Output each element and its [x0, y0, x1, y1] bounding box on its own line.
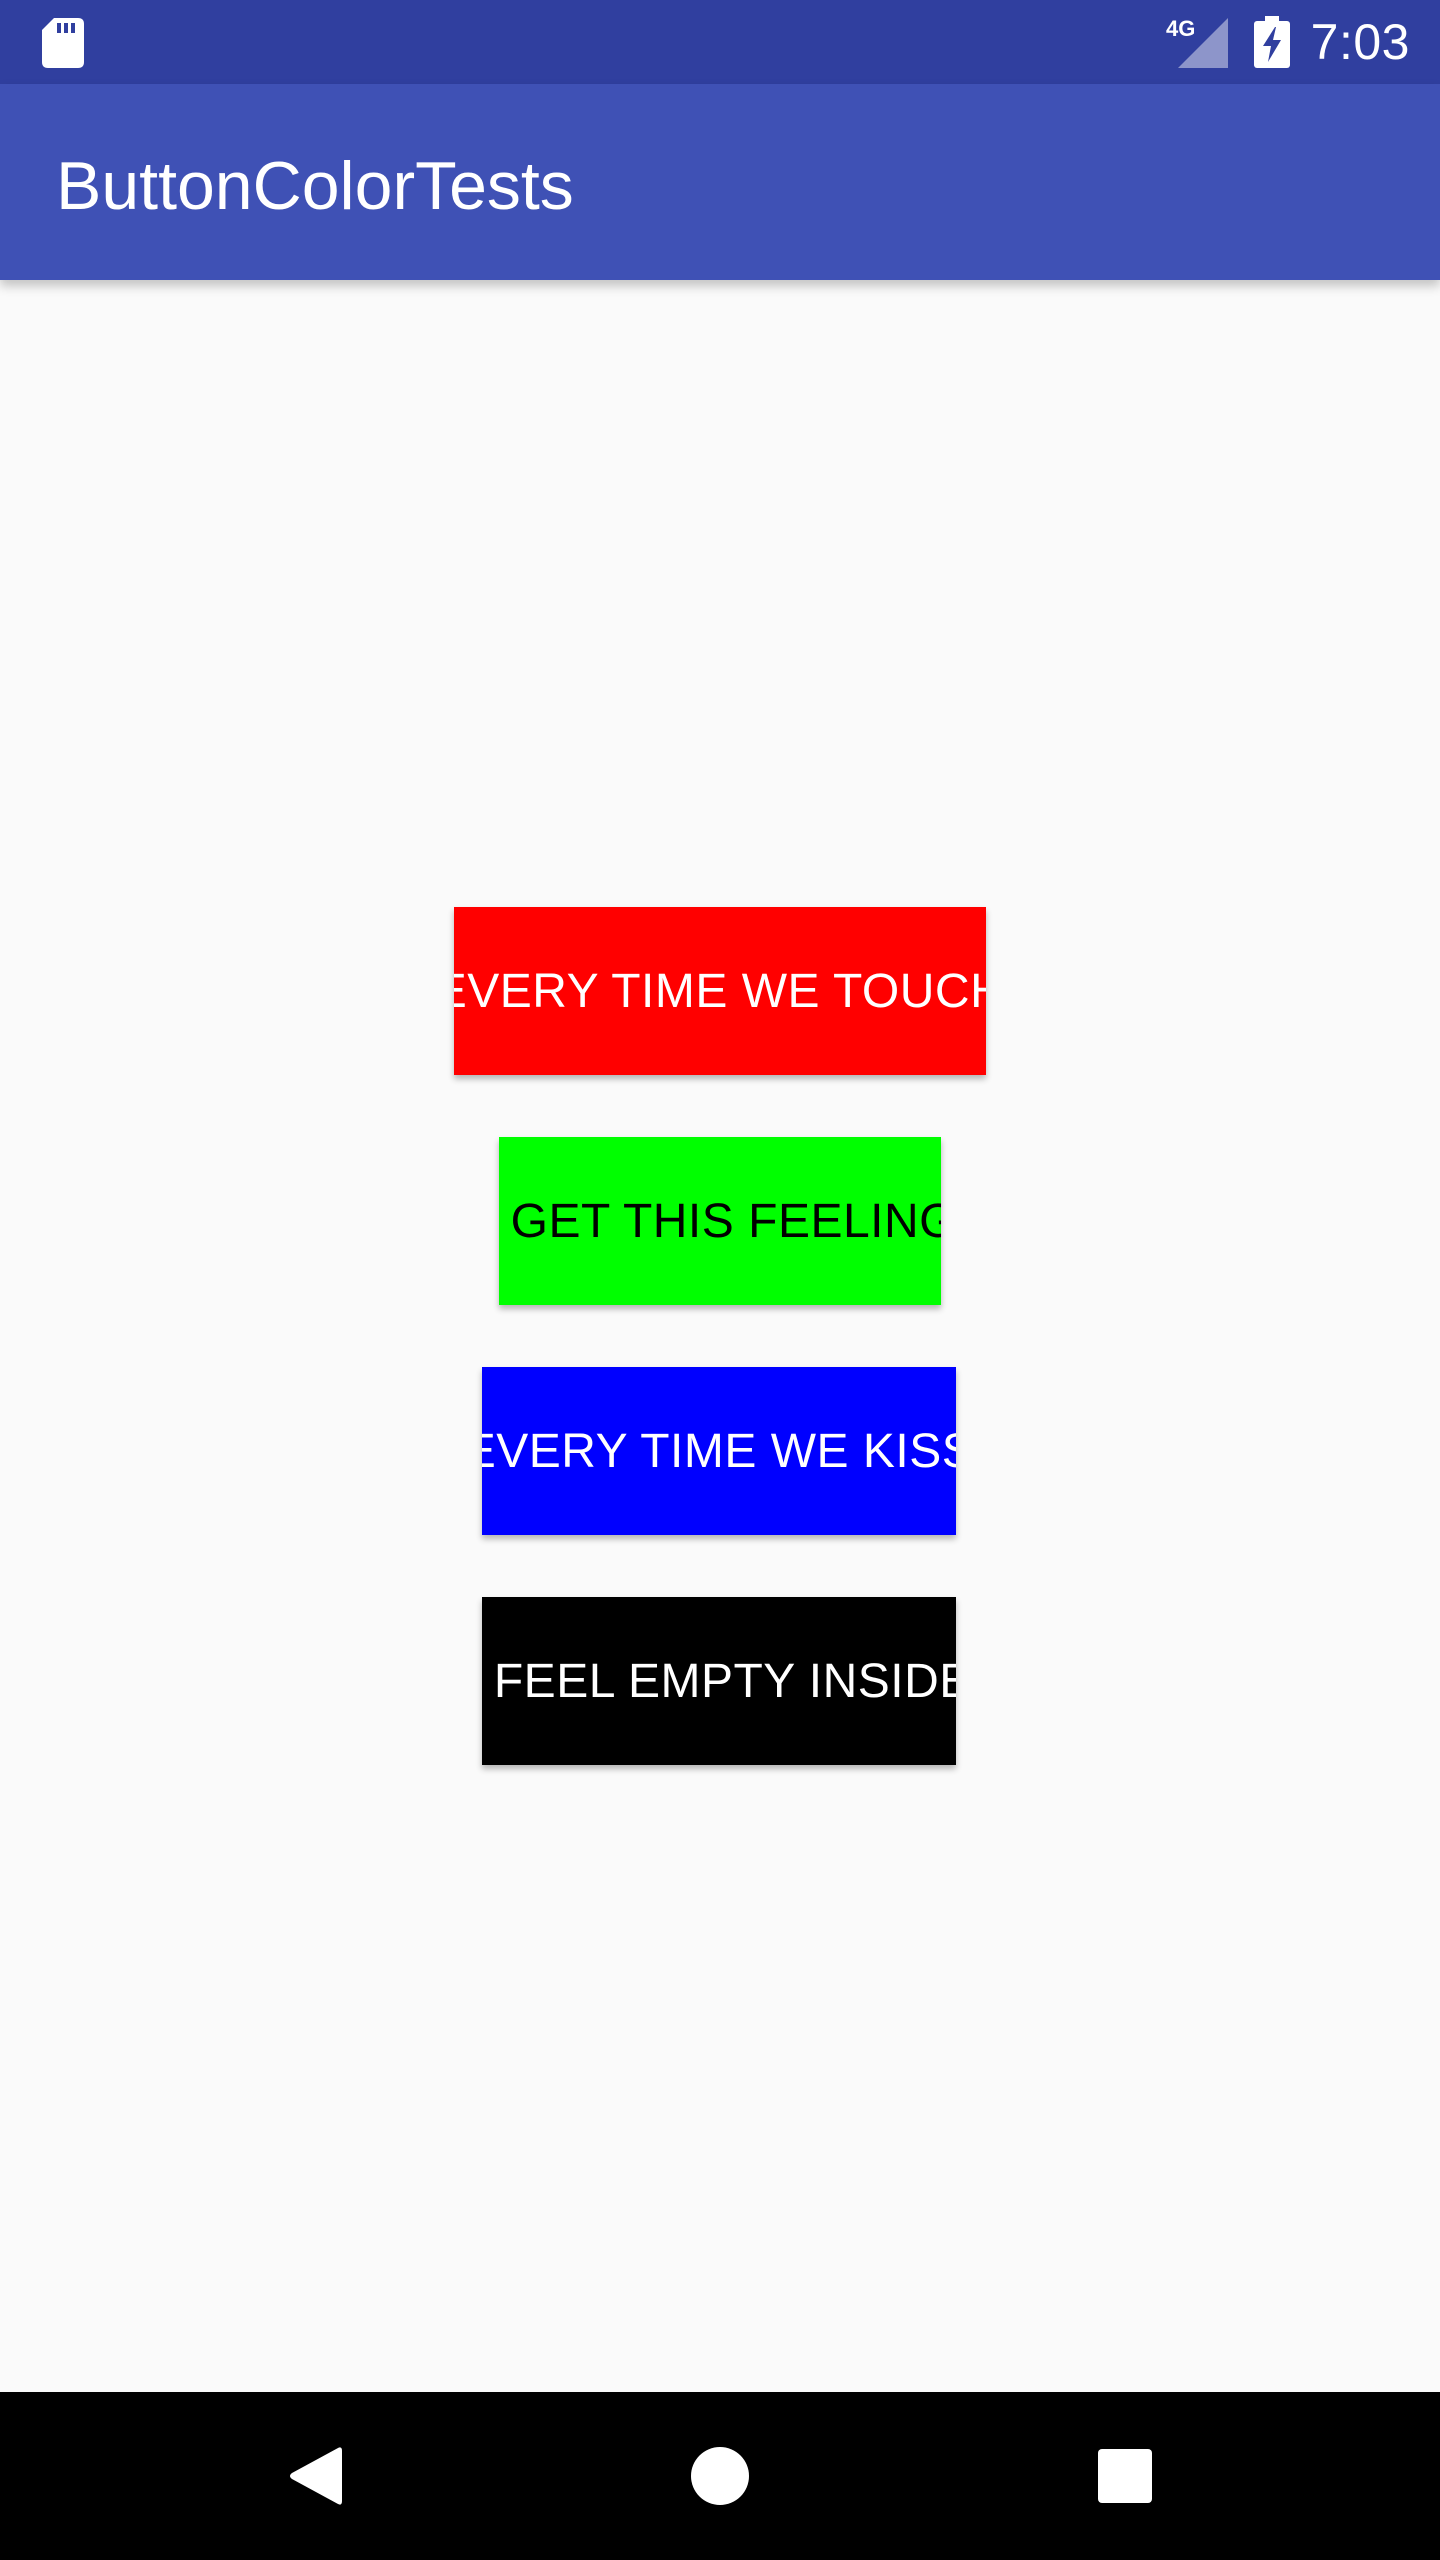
back-icon[interactable] — [288, 2446, 342, 2506]
app-title: ButtonColorTests — [56, 148, 574, 224]
cellular-signal-icon: 4G — [1166, 16, 1228, 68]
battery-charging-icon — [1254, 16, 1290, 68]
i-get-this-feeling-button[interactable]: I GET THIS FEELING — [499, 1137, 941, 1305]
app-bar: ButtonColorTests — [0, 84, 1440, 280]
every-time-we-touch-button[interactable]: EVERY TIME WE TOUCH — [454, 907, 986, 1075]
navigation-bar — [0, 2392, 1440, 2560]
status-bar: 4G 7:03 — [0, 0, 1440, 84]
screen: 4G 7:03 ButtonColorTests EVERY TIME WE T… — [0, 0, 1440, 2560]
sd-card-icon — [42, 18, 84, 68]
home-icon[interactable] — [691, 2447, 749, 2505]
network-type-label: 4G — [1166, 16, 1195, 41]
i-feel-empty-inside-button[interactable]: I FEEL EMPTY INSIDE — [482, 1597, 956, 1765]
every-time-we-kiss-button[interactable]: EVERY TIME WE KISS — [482, 1367, 956, 1535]
status-clock: 7:03 — [1310, 14, 1410, 70]
recents-icon[interactable] — [1098, 2449, 1152, 2503]
